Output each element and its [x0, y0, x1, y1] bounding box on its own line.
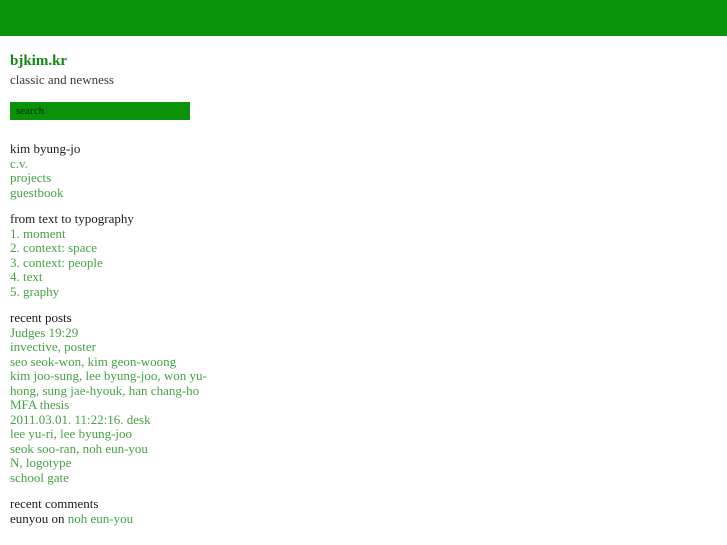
- recent-posts-heading: recent posts: [10, 310, 72, 325]
- series-section: from text to typography 1. moment 2. con…: [10, 200, 727, 299]
- series-item-3[interactable]: 3. context: people: [10, 255, 225, 271]
- recent-comments-list: eunyou on noh eun-you: [10, 510, 727, 527]
- list-item: 4. text: [10, 269, 727, 285]
- list-item: c.v.: [10, 156, 727, 172]
- list-item: 2011.03.01. 11:22:16. desk: [10, 412, 727, 428]
- nav-section-heading: kim byung-jo: [10, 141, 81, 156]
- search-input[interactable]: [10, 102, 190, 120]
- post-link-1[interactable]: Judges 19:29: [10, 325, 225, 341]
- comment-author: eunyou: [10, 510, 49, 526]
- post-link-6[interactable]: 2011.03.01. 11:22:16. desk: [10, 412, 225, 428]
- series-item-1[interactable]: 1. moment: [10, 226, 225, 242]
- series-section-heading: from text to typography: [10, 211, 134, 226]
- recent-posts-list: Judges 19:29 invective, poster seo seok-…: [10, 325, 727, 486]
- series-item-5[interactable]: 5. graphy: [10, 284, 225, 300]
- comment-connector: on: [48, 510, 68, 526]
- list-item: invective, poster: [10, 339, 727, 355]
- list-item: 2. context: space: [10, 240, 727, 256]
- series-item-4[interactable]: 4. text: [10, 269, 225, 285]
- series-item-2[interactable]: 2. context: space: [10, 240, 225, 256]
- sidebar-item-projects[interactable]: projects: [10, 170, 225, 186]
- list-item: 1. moment: [10, 226, 727, 242]
- sidebar-item-guestbook[interactable]: guestbook: [10, 185, 225, 201]
- site-title: bjkim.kr: [10, 53, 68, 69]
- post-link-5[interactable]: MFA thesis: [10, 397, 225, 413]
- recent-posts-section: recent posts Judges 19:29 invective, pos…: [10, 299, 727, 485]
- list-item: 5. graphy: [10, 284, 727, 300]
- series-list: 1. moment 2. context: space 3. context: …: [10, 226, 727, 300]
- site-tagline: classic and newness: [10, 72, 114, 87]
- nav-list: c.v. projects guestbook: [10, 156, 727, 201]
- top-brand-bar: [0, 0, 727, 36]
- recent-comments-heading: recent comments: [10, 496, 99, 511]
- list-item: projects: [10, 170, 727, 186]
- list-item: school gate: [10, 470, 727, 486]
- list-item: seo seok-won, kim geon-woong: [10, 354, 727, 370]
- list-item: Judges 19:29: [10, 325, 727, 341]
- recent-comments-section: recent comments eunyou on noh eun-you: [10, 485, 727, 526]
- list-item: seok soo-ran, noh eun-you: [10, 441, 727, 457]
- search-container: [10, 88, 727, 120]
- list-item: kim joo-sung, lee byung-joo, won yu-hong…: [10, 368, 727, 398]
- list-item: 3. context: people: [10, 255, 727, 271]
- post-link-8[interactable]: seok soo-ran, noh eun-you: [10, 441, 225, 457]
- post-link-4[interactable]: kim joo-sung, lee byung-joo, won yu-hong…: [10, 368, 225, 398]
- list-item: lee yu-ri, lee byung-joo: [10, 426, 727, 442]
- page-content: bjkim.kr classic and newness kim byung-j…: [0, 36, 727, 526]
- comment-post-link[interactable]: noh eun-you: [68, 511, 133, 526]
- list-item: MFA thesis: [10, 397, 727, 413]
- post-link-2[interactable]: invective, poster: [10, 339, 225, 355]
- list-item: N, logotype: [10, 455, 727, 471]
- post-link-9[interactable]: N, logotype: [10, 455, 225, 471]
- nav-section: kim byung-jo c.v. projects guestbook: [10, 120, 727, 200]
- post-link-10[interactable]: school gate: [10, 470, 225, 486]
- post-link-3[interactable]: seo seok-won, kim geon-woong: [10, 354, 225, 370]
- list-item: eunyou on noh eun-you: [10, 510, 225, 527]
- sidebar-item-cv[interactable]: c.v.: [10, 156, 225, 172]
- list-item: guestbook: [10, 185, 727, 201]
- post-link-7[interactable]: lee yu-ri, lee byung-joo: [10, 426, 225, 442]
